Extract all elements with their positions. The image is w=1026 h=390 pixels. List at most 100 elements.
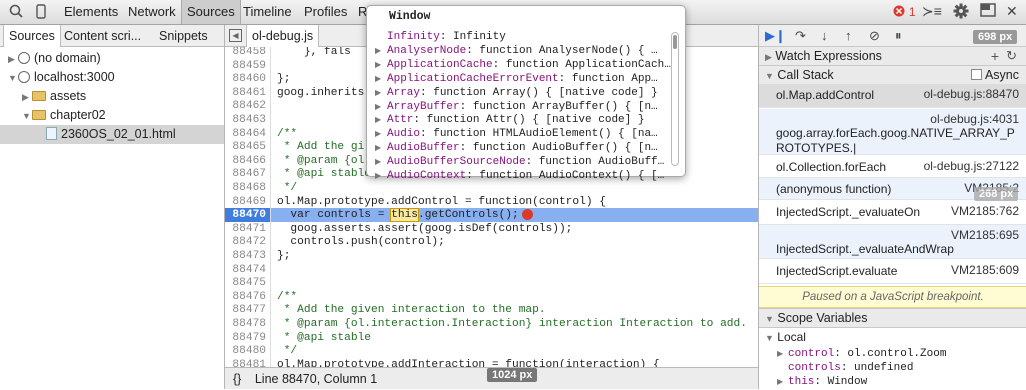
expand-arrow-icon[interactable]: ▶ [375, 170, 387, 183]
pause-on-exceptions-icon[interactable]: ⏸ [895, 28, 902, 44]
expand-arrow-icon[interactable]: ▶ [375, 101, 387, 114]
tab-network[interactable]: Network [123, 0, 181, 24]
code-line[interactable]: 88469 ol.Map.prototype.addControl = funct… [225, 194, 758, 209]
step-out-icon[interactable]: ↑ [845, 28, 852, 43]
code-line[interactable]: 88468 */ [225, 181, 758, 195]
async-checkbox[interactable]: Async [971, 66, 1019, 84]
line-number[interactable]: 88462 [225, 99, 271, 114]
code-line[interactable]: 88477 * Add the given interaction to the… [225, 303, 758, 318]
line-number[interactable]: 88474 [225, 262, 271, 277]
code-line[interactable]: 88471 goog.asserts.assert(goog.isDef(con… [225, 221, 758, 236]
console-toggle-icon[interactable]: ≻≡ [922, 3, 942, 20]
call-frame[interactable]: VM2185:762 InjectedScript._evaluateOn [759, 201, 1026, 225]
expand-arrow-icon[interactable]: ▶ [375, 73, 387, 86]
line-number[interactable]: 88464 [225, 126, 271, 141]
checkbox-box[interactable] [971, 69, 983, 80]
expand-arrow-icon[interactable]: ▶ [777, 348, 788, 362]
code-line[interactable]: 88480 */ [225, 344, 758, 359]
line-number[interactable]: 88461 [225, 85, 271, 100]
error-icon[interactable]: 1 [893, 3, 916, 19]
collapse-arrow-icon[interactable]: ▼ [8, 69, 18, 88]
code-line[interactable]: 88478 * @param {ol.interaction.Interacti… [225, 317, 758, 331]
code-line[interactable]: 88474 [225, 262, 758, 277]
property-row[interactable]: ▶ Array: function Array() { [native code]… [375, 86, 671, 100]
property-row[interactable]: ▶ ApplicationCache: function ApplicationC… [375, 58, 671, 72]
watch-expressions-header[interactable]: ▶ Watch Expressions + ↻ [759, 46, 1026, 66]
property-row[interactable]: ▶ AudioBuffer: function AudioBuffer() { [… [375, 141, 671, 155]
add-icon[interactable]: + [991, 47, 999, 65]
call-frame[interactable]: ol-debug.js:27122 ol.Collection.forEach [759, 156, 1026, 178]
call-stack-header[interactable]: ▼ Call Stack Async [759, 65, 1026, 85]
line-number[interactable]: 88460 [225, 72, 271, 87]
object-popover[interactable]: Window Infinity: Infinity ▶ AnalyserNode: … [366, 5, 686, 182]
property-row[interactable]: Infinity: Infinity [375, 30, 671, 44]
tab-sources[interactable]: Sources [181, 0, 241, 24]
tab-timeline[interactable]: Timeline [238, 0, 297, 24]
tree-item-assets[interactable]: ▶ assets [0, 87, 224, 106]
code-line[interactable]: 88475 [225, 276, 758, 291]
line-number[interactable]: 88468 [225, 181, 271, 195]
property-row[interactable]: ▶ Attr: function Attr() { [native code] } [375, 113, 671, 127]
code-line[interactable]: 88479 * @api stable [225, 330, 758, 345]
line-number[interactable]: 88466 [225, 153, 271, 168]
expand-arrow-icon[interactable]: ▶ [375, 59, 387, 72]
pretty-print-icon[interactable]: {} [233, 372, 241, 386]
line-number[interactable]: 88471 [225, 221, 271, 236]
scope-variable[interactable]: controls: undefined [777, 361, 913, 375]
property-row[interactable]: ▶ AudioContext: function AudioContext() {… [375, 169, 671, 183]
expand-arrow-icon[interactable]: ▶ [375, 128, 387, 141]
property-row[interactable]: ▶ ApplicationCacheErrorEvent: function Ap… [375, 72, 671, 86]
expand-arrow-icon[interactable]: ▶ [777, 376, 788, 390]
step-over-icon[interactable]: ↷ [795, 28, 806, 44]
line-number[interactable]: 88463 [225, 113, 271, 127]
scrollbar-thumb[interactable] [673, 35, 677, 49]
line-number[interactable]: 88458 [225, 47, 271, 59]
line-number[interactable]: 88475 [225, 276, 271, 291]
file-tab-ol-debug[interactable]: ol-debug.js [246, 25, 320, 47]
tree-item-no-domain[interactable]: ▶ (no domain) [0, 49, 224, 68]
device-icon[interactable] [36, 4, 46, 22]
call-frame[interactable]: VM2185:609 InjectedScript.evaluate [759, 260, 1026, 284]
expand-arrow-icon[interactable]: ▶ [375, 45, 387, 58]
line-number[interactable]: 88469 [225, 194, 271, 209]
deactivate-breakpoints-icon[interactable]: ⊘ [869, 28, 880, 44]
tree-item-localhost[interactable]: ▼ localhost:3000 [0, 68, 224, 87]
call-frame[interactable]: VM2185:695 InjectedScript._evaluateAndWra… [759, 225, 1026, 259]
expand-arrow-icon[interactable]: ▶ [22, 88, 32, 107]
tab-profiles[interactable]: Profiles [299, 0, 352, 24]
tab-elements[interactable]: Elements [59, 0, 123, 24]
code-line[interactable]: 88473}; [225, 249, 758, 263]
expand-arrow-icon[interactable]: ▶ [8, 50, 18, 69]
scope-local-header[interactable]: ▼ Local [765, 330, 806, 344]
scope-variables-header[interactable]: ▼ Scope Variables [759, 308, 1026, 328]
line-number[interactable]: 88472 [225, 235, 271, 250]
expand-arrow-icon[interactable]: ▶ [375, 142, 387, 155]
hovered-token[interactable]: this [390, 208, 419, 223]
line-number[interactable]: 88459 [225, 58, 271, 73]
scope-variable[interactable]: ▶ control: ol.control.Zoom [777, 347, 946, 362]
search-icon[interactable] [9, 4, 23, 21]
call-frame[interactable]: ol-debug.js:88470 ol.Map.addControl [759, 84, 1026, 108]
line-number[interactable]: 88479 [225, 330, 271, 345]
call-frame[interactable]: ol-debug.js:4031 goog.array.forEach.goog.… [759, 109, 1026, 155]
tab-content-scripts[interactable]: Content scri... [59, 25, 146, 47]
expand-arrow-icon[interactable]: ▶ [375, 114, 387, 127]
line-number[interactable]: 88481 [225, 357, 271, 367]
line-number[interactable]: 88467 [225, 167, 271, 182]
line-number[interactable]: 88476 [225, 289, 271, 304]
expand-arrow-icon[interactable]: ▶ [375, 87, 387, 100]
code-line[interactable]: 88472 controls.push(control); [225, 235, 758, 250]
tab-sources-tree[interactable]: Sources [3, 25, 61, 47]
popover-scrollbar[interactable] [671, 32, 679, 166]
tab-snippets[interactable]: Snippets [154, 25, 213, 47]
property-row[interactable]: ▶ AudioBufferSourceNode: function AudioBu… [375, 155, 671, 169]
tree-item-html-file[interactable]: 2360OS_02_01.html [0, 125, 224, 144]
line-number[interactable]: 88477 [225, 303, 271, 318]
toggle-navigator-icon[interactable]: ◀ [229, 29, 242, 42]
property-row[interactable]: ▶ ArrayBuffer: function ArrayBuffer() { [… [375, 100, 671, 114]
collapse-arrow-icon[interactable]: ▼ [22, 107, 32, 126]
line-number[interactable]: 88470 [225, 208, 271, 223]
line-number[interactable]: 88480 [225, 344, 271, 359]
code-line[interactable]: 88476 /** [225, 289, 758, 304]
line-number[interactable]: 88478 [225, 317, 271, 331]
